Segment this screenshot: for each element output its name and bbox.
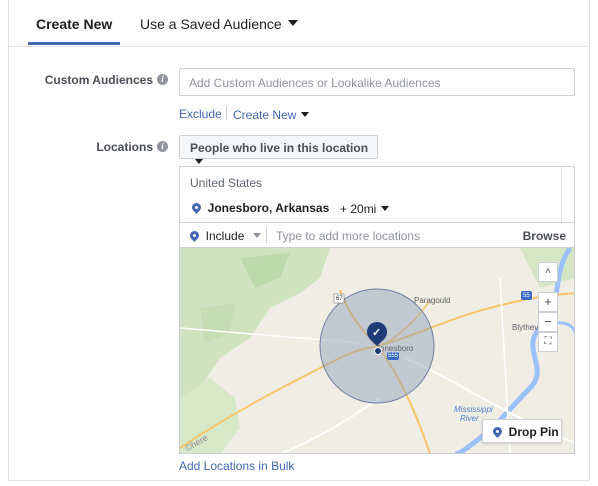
location-search-bar: Include Type to add more locations Brows… [179,222,575,248]
caret-down-icon [301,112,310,118]
location-type-label: People who live in this location [190,141,369,155]
city-name: Jonesboro, Arkansas [207,201,330,215]
link-divider [226,106,227,120]
selected-locations-box: United States Jonesboro, Arkansas + 20mi [179,166,575,223]
include-label: Include [205,229,245,243]
caret-down-icon [253,233,262,239]
drop-pin-label: Drop Pin [508,425,559,439]
tab-saved-audience[interactable]: Use a Saved Audience [140,16,298,32]
marker-dot [374,347,382,355]
fullscreen-icon[interactable]: ⛶ [538,332,558,352]
mississippi-river-label: Mississippi [454,405,493,414]
add-locations-bulk-link[interactable]: Add Locations in Bulk [179,459,294,473]
location-pin-icon [491,425,504,439]
route-555-label: 555 [388,353,399,359]
radius-value: + 20mi [340,202,377,216]
tab-create-new[interactable]: Create New [36,16,112,32]
active-tab-indicator [28,42,120,45]
map-scroll-up-icon[interactable]: ˄ [538,262,558,282]
caret-down-icon [195,159,203,165]
location-pin-icon [188,229,201,243]
drop-pin-button[interactable]: Drop Pin [482,419,562,443]
tab-saved-audience-label: Use a Saved Audience [140,16,282,32]
include-divider [266,227,267,243]
country-label: United States [190,176,263,190]
custom-audiences-label: Custom Audiences i [38,73,168,87]
scrollbar[interactable] [561,167,574,223]
radius-dropdown[interactable]: + 20mi [340,202,390,216]
caret-down-icon [381,206,390,212]
route-67-label: 67 [336,296,343,302]
browse-button[interactable]: Browse [523,229,566,243]
info-icon[interactable]: i [157,74,168,86]
paragould-label: Paragould [414,296,451,305]
create-new-link[interactable]: Create New [233,108,310,122]
location-pin-icon [190,201,203,215]
location-item[interactable]: Jonesboro, Arkansas [190,201,330,215]
locations-label: Locations i [38,140,168,154]
route-55-label: 55 [523,293,530,299]
river-label: River [460,414,479,423]
zoom-out-button[interactable]: − [538,312,558,332]
create-new-link-label: Create New [233,108,297,122]
include-dropdown[interactable]: Include [188,229,262,243]
custom-audiences-input[interactable]: Add Custom Audiences or Lookalike Audien… [179,68,575,96]
exclude-link[interactable]: Exclude [179,107,222,121]
custom-audiences-label-text: Custom Audiences [44,73,153,87]
locations-label-text: Locations [96,140,153,154]
custom-audiences-placeholder: Add Custom Audiences or Lookalike Audien… [189,76,441,90]
location-type-dropdown[interactable]: People who live in this location [179,135,378,165]
zoom-in-button[interactable]: + [538,292,558,312]
caret-down-icon [287,20,298,27]
location-search-input[interactable]: Type to add more locations [276,229,420,243]
info-icon[interactable]: i [157,141,168,153]
checkmark-icon: ✓ [372,327,382,339]
